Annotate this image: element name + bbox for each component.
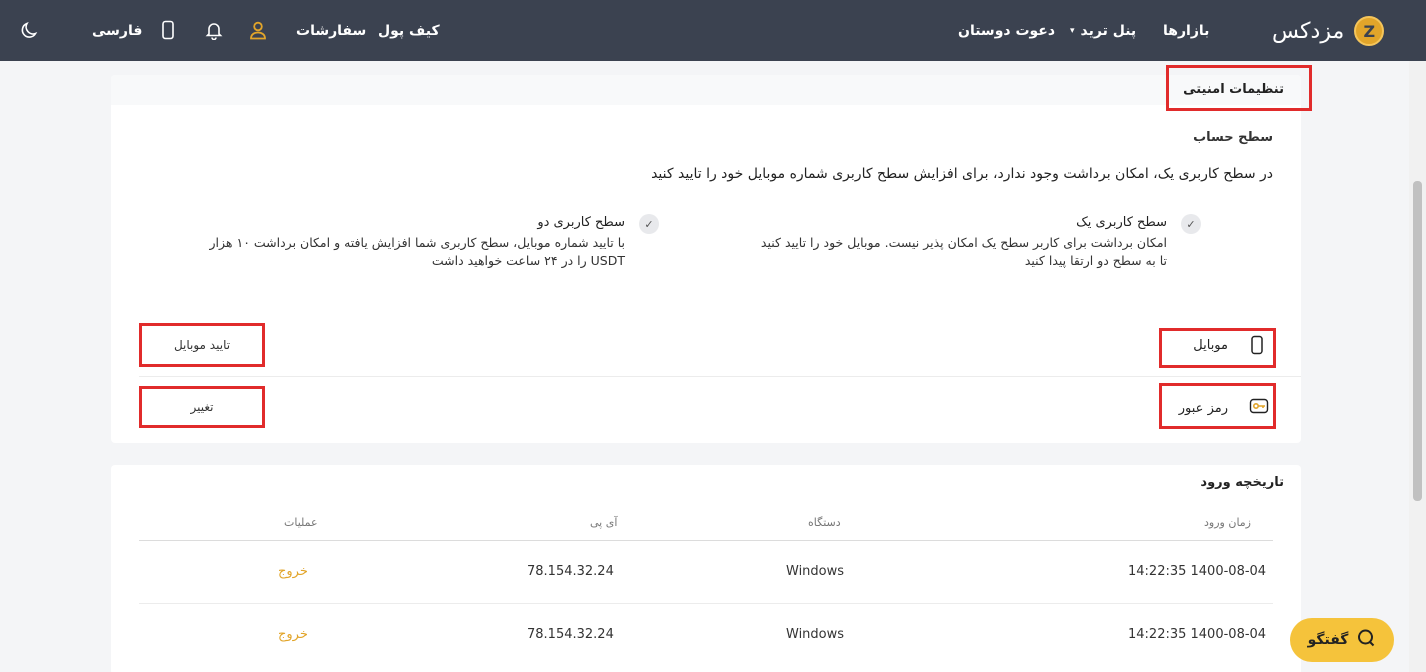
moon-icon[interactable] (18, 18, 42, 42)
table-header-divider (139, 540, 1273, 541)
level-two-desc-2: USDT را در ۲۴ ساعت خواهید داشت (431, 253, 625, 268)
user-icon[interactable] (246, 18, 270, 42)
check-icon: ✓ (1181, 214, 1201, 234)
logout-link[interactable]: خروج (278, 564, 308, 579)
mobile-icon[interactable] (156, 18, 180, 42)
account-level-info: در سطح کاربری یک، امکان برداشت وجود ندار… (651, 166, 1273, 182)
account-level-title: سطح حساب (1193, 130, 1273, 145)
level-one-title: سطح کاربری یک (1076, 215, 1167, 230)
row-divider (139, 603, 1273, 604)
chevron-down-icon: ▾ (1070, 25, 1075, 36)
row-divider (139, 376, 1301, 377)
chat-label: گفتگو (1307, 632, 1349, 648)
nav-invite-friends[interactable]: دعوت دوستان (958, 0, 1055, 61)
page-scrollbar[interactable] (1409, 61, 1426, 672)
check-icon: ✓ (639, 214, 659, 234)
chat-button[interactable]: گفتگو (1290, 618, 1394, 662)
column-header-ip: آی پی (590, 516, 618, 529)
chat-icon (1356, 628, 1376, 652)
login-time-cell: 14:22:35 1400-08-04 (1128, 627, 1267, 642)
scrollbar-thumb[interactable] (1413, 181, 1422, 501)
level-one-desc-1: امکان برداشت برای کاربر سطح یک امکان پذی… (760, 235, 1167, 250)
device-cell: Windows (786, 564, 845, 579)
language-selector[interactable]: فارسی (92, 0, 142, 61)
brand-logo[interactable]: مزدکس Z (1272, 14, 1385, 48)
nav-wallet[interactable]: کیف پول (378, 0, 440, 61)
login-history-title: تاریخچه ورود (1200, 475, 1284, 490)
ip-cell: 78.154.32.24 (527, 564, 614, 579)
highlight-box (1159, 328, 1276, 368)
column-header-device: دستگاه (808, 516, 841, 529)
login-time-cell: 14:22:35 1400-08-04 (1128, 564, 1267, 579)
nav-markets[interactable]: بازارها (1163, 0, 1209, 61)
top-navbar: مزدکس Z بازارها پنل ترید ▾ دعوت دوستان ک… (0, 0, 1426, 61)
highlight-box (1159, 383, 1276, 429)
brand-logo-icon: Z (1354, 16, 1385, 46)
nav-trade-panel-label: پنل ترید (1080, 22, 1137, 39)
ip-cell: 78.154.32.24 (527, 627, 614, 642)
highlight-box (1166, 65, 1312, 111)
level-one-desc-2: تا به سطح دو ارتقا پیدا کنید (1024, 253, 1167, 268)
card-header (111, 75, 1301, 105)
logout-link[interactable]: خروج (278, 627, 308, 642)
nav-orders[interactable]: سفارشات (296, 0, 366, 61)
level-two-title: سطح کاربری دو (537, 215, 625, 230)
bell-icon[interactable] (202, 18, 226, 42)
column-header-login-time: زمان ورود (1204, 516, 1251, 529)
highlight-box (139, 323, 265, 367)
highlight-box (139, 386, 265, 428)
brand-name: مزدکس (1272, 18, 1345, 44)
nav-trade-panel[interactable]: پنل ترید ▾ (1070, 0, 1136, 61)
column-header-actions: عملیات (284, 516, 318, 529)
device-cell: Windows (786, 627, 845, 642)
level-two-desc-1: با تایید شماره موبایل، سطح کاربری شما اف… (209, 235, 626, 250)
